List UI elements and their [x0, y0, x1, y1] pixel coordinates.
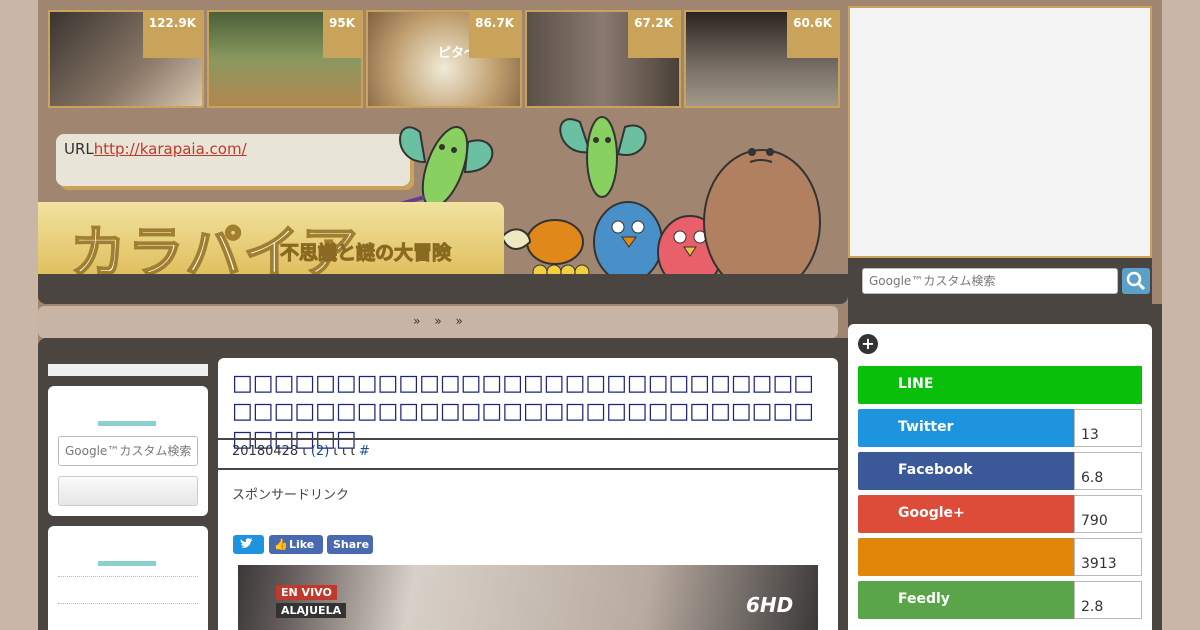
- article-card: □□□□□□□□□□□□□□□□□□□□□□□□□□□□□□□□□□□□□□□□…: [218, 358, 838, 630]
- article-date: 20180428: [232, 444, 299, 459]
- share-label-google-plus[interactable]: Google+: [858, 495, 1074, 533]
- location-badge: ALAJUELA: [276, 603, 347, 618]
- facebook-like-button[interactable]: 👍 Like: [269, 535, 323, 554]
- nav-arrow[interactable]: »: [434, 314, 441, 328]
- brown-egg-creature: [703, 148, 821, 295]
- meta-marks: ι ι ι: [333, 444, 355, 459]
- facebook-share-button[interactable]: Share: [327, 535, 373, 554]
- butterfly-creature-right: [559, 116, 647, 198]
- sidebar-accent-line: [98, 421, 156, 426]
- sidebar-accent-line: [98, 561, 156, 566]
- page-left-margin: [0, 0, 38, 630]
- tweet-button[interactable]: [233, 535, 264, 554]
- sidebar-list-box: [48, 526, 208, 630]
- site-url-link[interactable]: http://karapaia.com/: [94, 140, 247, 158]
- channel-logo: 6HD: [746, 593, 794, 617]
- share-label-facebook[interactable]: Facebook: [858, 452, 1074, 490]
- share-label-twitter[interactable]: Twitter: [858, 409, 1074, 447]
- share-label-feedly[interactable]: Feedly: [858, 581, 1074, 619]
- like-label: Like: [289, 538, 315, 551]
- header-search-input[interactable]: Google™カスタム検索: [862, 268, 1118, 294]
- sidebar-search-input[interactable]: Google™カスタム検索: [58, 436, 198, 466]
- popular-thumb-1[interactable]: 122.9K: [48, 10, 204, 108]
- share-row-hatena[interactable]: 3913: [858, 538, 1142, 576]
- share-label: Share: [333, 538, 370, 551]
- share-row-feedly[interactable]: Feedly 2.8: [858, 581, 1142, 619]
- search-icon: [1126, 271, 1146, 291]
- share-label-hatena[interactable]: [858, 538, 1074, 576]
- live-badge: EN VIVO: [276, 585, 337, 600]
- article-meta: 20180428 ι (2) ι ι ι #: [232, 444, 370, 459]
- sidebar-search-box: Google™カスタム検索: [48, 386, 208, 516]
- nav-arrow[interactable]: »: [456, 314, 463, 328]
- breadcrumb-nav: » » »: [38, 306, 838, 338]
- sidebar-search-button[interactable]: [58, 476, 198, 506]
- meta-separator: ι: [302, 444, 307, 459]
- popular-thumb-3[interactable]: ピタ〜 86.7K: [366, 10, 522, 108]
- comment-count-link[interactable]: (2): [311, 444, 329, 459]
- thumb-count: 95K: [323, 12, 361, 58]
- list-divider: [58, 576, 198, 577]
- butterfly-creature-left: [399, 126, 494, 208]
- thumb-count: 122.9K: [142, 12, 202, 58]
- blue-bird-creature: [593, 201, 663, 283]
- url-speech-bubble: URLhttp://karapaia.com/: [56, 134, 410, 186]
- nav-arrow[interactable]: »: [413, 314, 420, 328]
- share-count-feedly: 2.8: [1074, 581, 1142, 619]
- site-logo-banner[interactable]: カラパイア 不思議と謎の大冒険: [38, 202, 504, 287]
- share-row-google-plus[interactable]: Google+ 790: [858, 495, 1142, 533]
- share-row-line[interactable]: LINE: [858, 366, 1142, 404]
- divider: [218, 468, 838, 470]
- share-row-facebook[interactable]: Facebook 6.8: [858, 452, 1142, 490]
- twitter-bird-icon: [240, 538, 253, 548]
- share-count-twitter: 13: [1074, 409, 1142, 447]
- site-logo-subtitle: 不思議と謎の大冒険: [279, 242, 452, 265]
- popular-thumb-4[interactable]: 67.2K: [525, 10, 681, 108]
- share-count-hatena: 3913: [1074, 538, 1142, 576]
- thumb-count: 86.7K: [469, 12, 520, 58]
- divider: [218, 438, 838, 440]
- share-row-twitter[interactable]: Twitter 13: [858, 409, 1142, 447]
- article-video[interactable]: EN VIVO ALAJUELA 6HD: [238, 565, 818, 630]
- share-count-google-plus: 790: [1074, 495, 1142, 533]
- sidebar-header-strip: [48, 364, 208, 376]
- orange-bird-creature: [500, 219, 590, 280]
- plus-icon[interactable]: +: [858, 334, 878, 354]
- thumb-count: 67.2K: [628, 12, 679, 58]
- thumb-count: 60.6K: [787, 12, 838, 58]
- url-prefix: URL: [64, 140, 94, 158]
- popular-thumb-5[interactable]: 60.6K: [684, 10, 840, 108]
- sponsored-link-label: スポンサードリンク: [232, 488, 350, 503]
- page-right-margin: [1162, 0, 1200, 630]
- ad-space: [848, 6, 1152, 258]
- thumbs-up-icon: 👍: [274, 538, 288, 551]
- popular-thumb-2[interactable]: 95K: [207, 10, 363, 108]
- permalink-hash[interactable]: #: [359, 444, 370, 459]
- search-button[interactable]: [1122, 268, 1150, 294]
- header-bottom-bar: [38, 274, 848, 304]
- share-label-line[interactable]: LINE: [858, 366, 1142, 404]
- share-count-facebook: 6.8: [1074, 452, 1142, 490]
- article-title[interactable]: □□□□□□□□□□□□□□□□□□□□□□□□□□□□□□□□□□□□□□□□…: [232, 370, 822, 454]
- list-divider: [58, 603, 198, 604]
